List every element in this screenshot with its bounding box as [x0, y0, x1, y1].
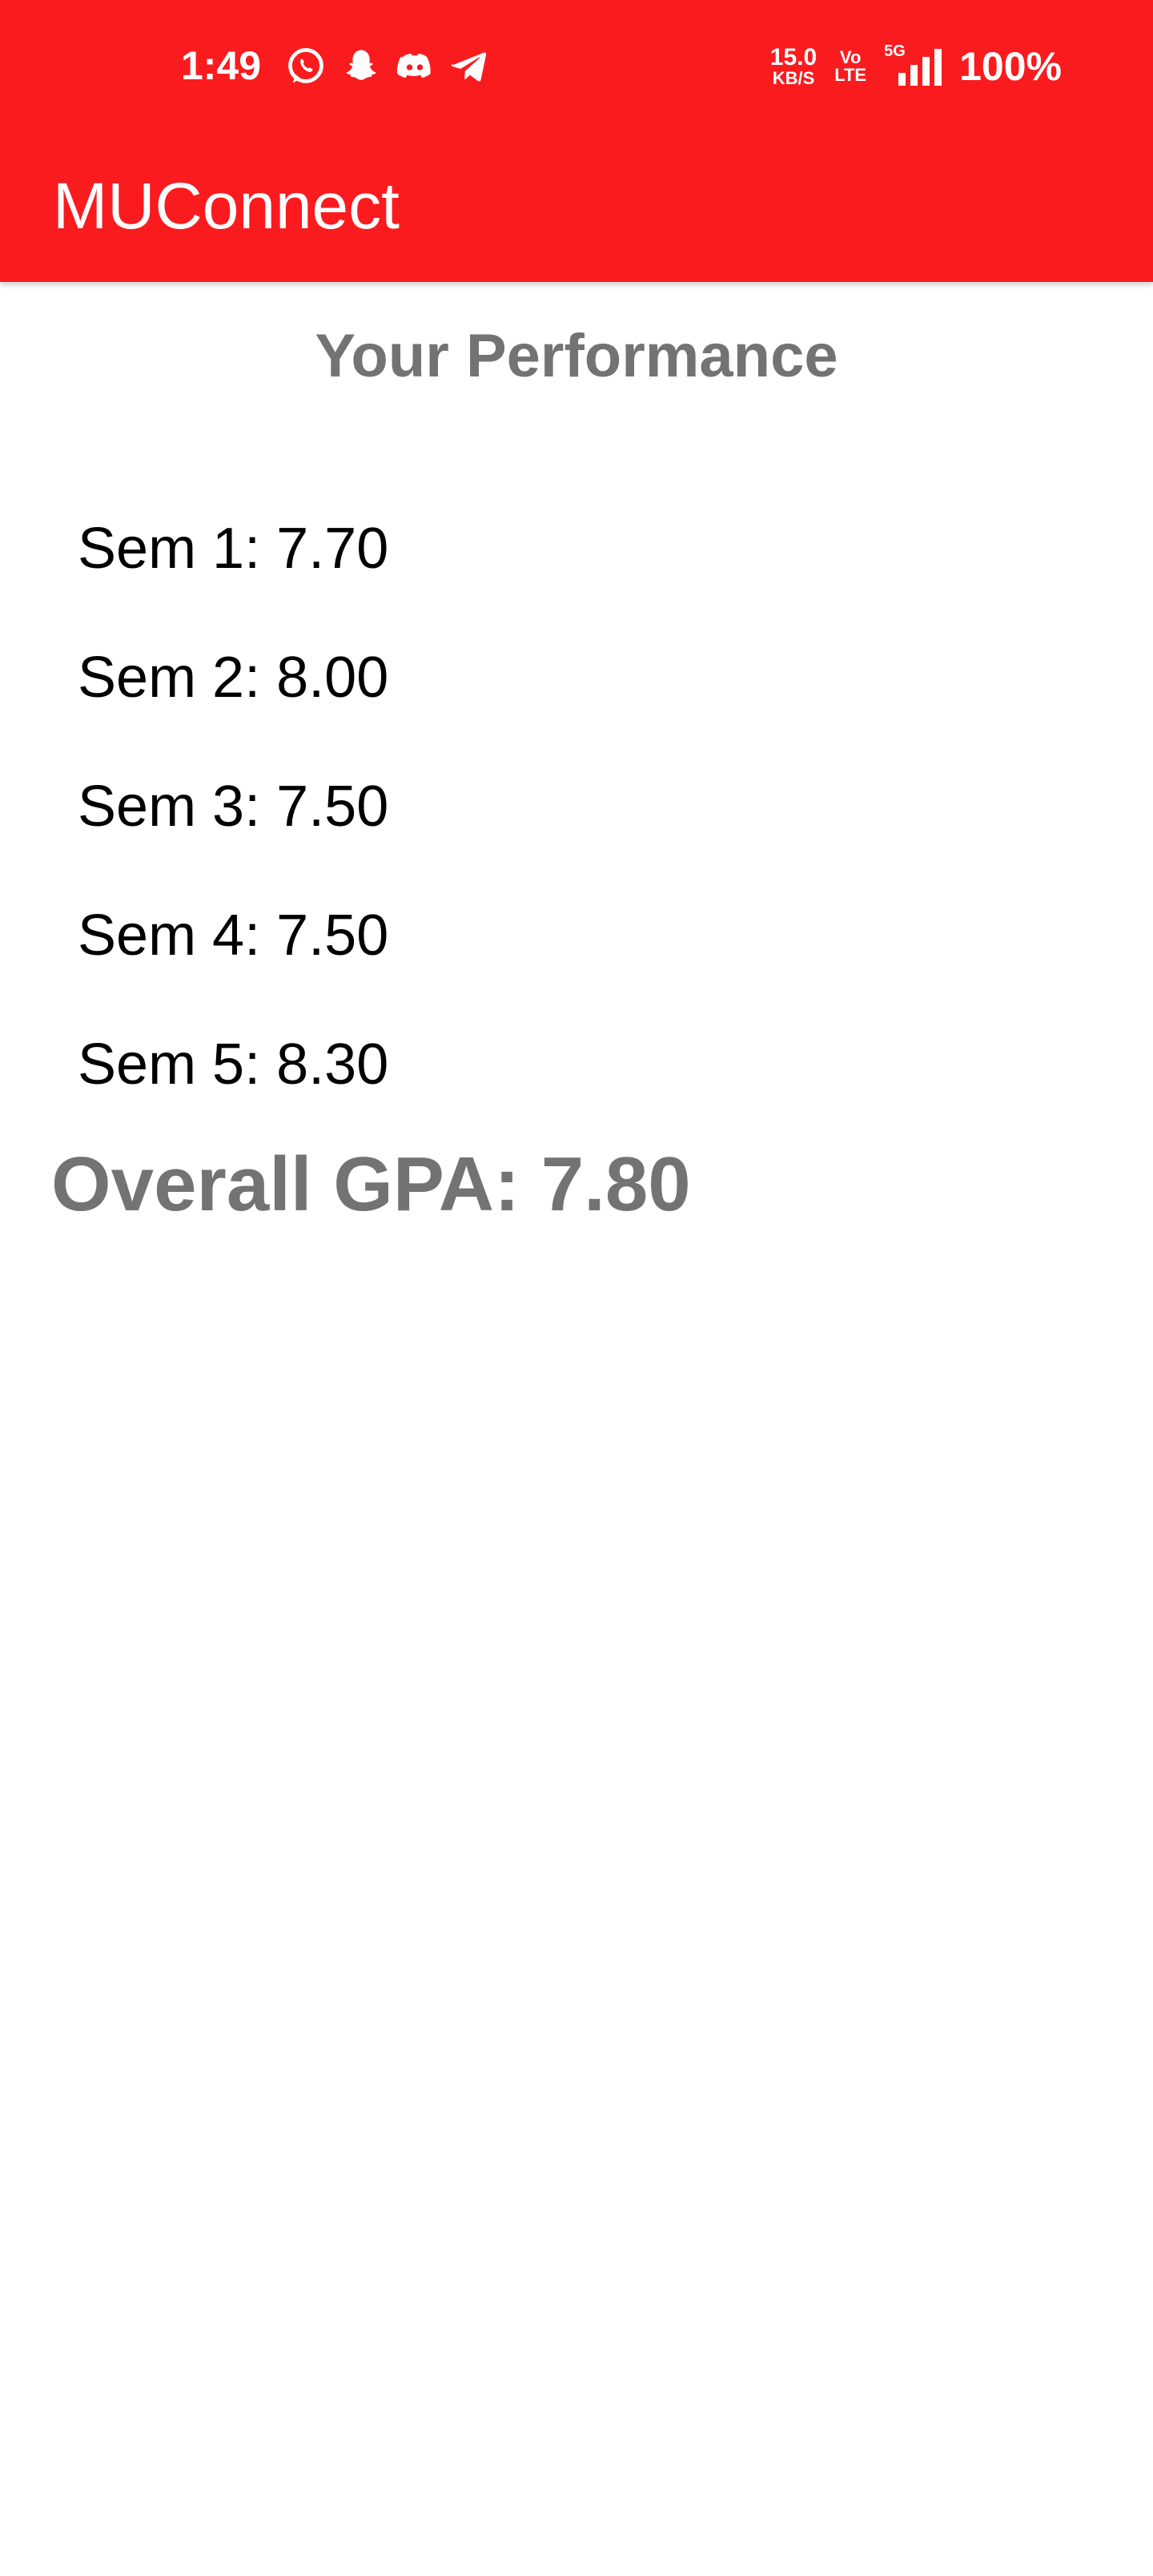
telegram-icon — [451, 52, 487, 82]
signal-bar — [910, 65, 918, 86]
network-speed-value: 15.0 — [769, 44, 818, 70]
snapchat-icon — [346, 50, 376, 80]
status-right: 15.0 KB/S Vo LTE 5G 100% — [770, 42, 1062, 91]
app-bar: MUConnect — [0, 133, 1153, 282]
semester-item: Sem 4: 7.50 — [78, 904, 389, 968]
signal-bar — [934, 49, 942, 86]
volte-bottom: LTE — [834, 65, 867, 85]
network-speed: 15.0 KB/S — [770, 46, 817, 87]
battery-level: 100% — [959, 44, 1062, 89]
volte-icon: Vo LTE — [834, 49, 866, 84]
network-speed-unit: KB/S — [772, 68, 815, 88]
semester-item: Sem 3: 7.50 — [78, 775, 389, 839]
volte-top: Vo — [839, 47, 862, 67]
overall-gpa: Overall GPA: 7.80 — [51, 1141, 691, 1227]
semester-item: Sem 5: 8.30 — [78, 1032, 389, 1097]
signal-bar — [922, 57, 930, 86]
signal-icon: 5G — [884, 42, 942, 86]
app-title: MUConnect — [53, 170, 400, 243]
status-bar: 1:49 15.0 KB/S Vo LTE 5G 100% — [0, 0, 1153, 133]
page-title: Your Performance — [315, 322, 838, 390]
semester-list: Sem 1: 7.70 Sem 2: 8.00 Sem 3: 7.50 Sem … — [78, 513, 388, 1157]
discord-icon — [396, 54, 431, 78]
semester-item: Sem 1: 7.70 — [78, 517, 389, 581]
whatsapp-icon — [288, 48, 323, 83]
status-time: 1:49 — [181, 43, 262, 88]
signal-bar — [898, 73, 906, 86]
notification-icons — [285, 45, 490, 88]
semester-item: Sem 2: 8.00 — [78, 646, 389, 710]
network-type: 5G — [884, 42, 906, 60]
